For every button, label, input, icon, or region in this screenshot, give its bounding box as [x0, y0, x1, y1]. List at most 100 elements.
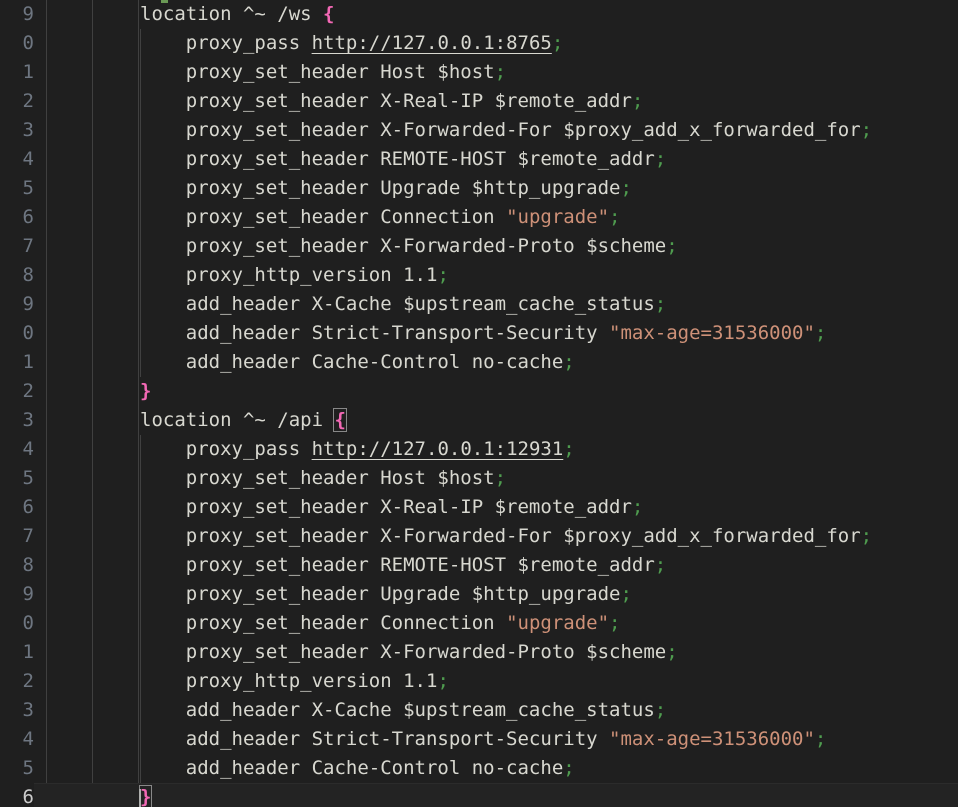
- code-token-semi: ;: [609, 206, 621, 228]
- line-number[interactable]: 6: [0, 493, 34, 522]
- line-number[interactable]: 5: [0, 754, 34, 783]
- line-number[interactable]: 2: [0, 87, 34, 116]
- line-number[interactable]: 9: [0, 580, 34, 609]
- code-token-semi: ;: [494, 467, 507, 489]
- code-token-plain: proxy_set_header REMOTE-HOST $remote_add…: [185, 148, 655, 170]
- line-number[interactable]: 3: [0, 116, 34, 145]
- code-token-plain: add_header Strict-Transport-Security: [185, 322, 610, 344]
- code-line-current[interactable]: }: [0, 783, 958, 807]
- code-line[interactable]: proxy_pass http://127.0.0.1:8765;: [0, 29, 958, 58]
- line-number[interactable]: 3: [0, 406, 34, 435]
- code-line[interactable]: proxy_set_header X-Forwarded-Proto $sche…: [0, 638, 958, 667]
- code-line[interactable]: proxy_set_header X-Forwarded-For $proxy_…: [0, 522, 958, 551]
- line-number[interactable]: 5: [0, 464, 34, 493]
- code-token-plain: proxy_http_version 1.1: [185, 264, 438, 286]
- code-token-string: "max-age=31536000": [609, 728, 815, 750]
- code-content[interactable]: location ^~ /ws { proxy_pass http://127.…: [0, 0, 958, 807]
- line-number[interactable]: 1: [0, 638, 34, 667]
- code-line[interactable]: proxy_set_header Upgrade $http_upgrade;: [0, 580, 958, 609]
- line-number[interactable]: 4: [0, 435, 34, 464]
- line-number[interactable]: 9: [0, 290, 34, 319]
- line-number[interactable]: 7: [0, 522, 34, 551]
- code-token-plain: proxy_set_header X-Forwarded-Proto $sche…: [185, 641, 667, 663]
- code-line[interactable]: add_header X-Cache $upstream_cache_statu…: [0, 696, 958, 725]
- line-number[interactable]: 2: [0, 667, 34, 696]
- line-number[interactable]: 4: [0, 725, 34, 754]
- line-number[interactable]: 6: [0, 203, 34, 232]
- code-editor[interactable]: location ^~ /ws { proxy_pass http://127.…: [0, 0, 958, 807]
- clipped-line-fragment: [161, 0, 168, 3]
- code-line[interactable]: proxy_set_header X-Forwarded-Proto $sche…: [0, 232, 958, 261]
- code-token-semi: ;: [437, 670, 449, 692]
- code-token-plain: proxy_set_header Upgrade $http_upgrade: [185, 583, 621, 605]
- code-line[interactable]: proxy_http_version 1.1;: [0, 261, 958, 290]
- code-line[interactable]: add_header Strict-Transport-Security "ma…: [0, 319, 958, 348]
- code-token-plain: proxy_http_version 1.1: [185, 670, 438, 692]
- code-token-semi: ;: [814, 728, 827, 750]
- code-token-semi: ;: [563, 757, 575, 779]
- code-line[interactable]: proxy_set_header REMOTE-HOST $remote_add…: [0, 551, 958, 580]
- code-token-semi: ;: [494, 61, 507, 83]
- code-token-brace: }: [138, 785, 153, 807]
- code-token-plain: proxy_set_header Connection: [185, 612, 507, 634]
- code-line[interactable]: add_header X-Cache $upstream_cache_statu…: [0, 290, 958, 319]
- line-number[interactable]: 2: [0, 377, 34, 406]
- code-line[interactable]: proxy_set_header X-Forwarded-For $proxy_…: [0, 116, 958, 145]
- line-number[interactable]: 7: [0, 232, 34, 261]
- code-line[interactable]: add_header Strict-Transport-Security "ma…: [0, 725, 958, 754]
- line-number[interactable]: 0: [0, 609, 34, 638]
- code-line[interactable]: proxy_set_header Host $host;: [0, 58, 958, 87]
- code-line[interactable]: proxy_set_header Connection "upgrade";: [0, 203, 958, 232]
- line-number[interactable]: 3: [0, 696, 34, 725]
- code-token-semi: ;: [631, 90, 644, 112]
- line-number[interactable]: 6: [0, 783, 34, 807]
- line-number[interactable]: 8: [0, 551, 34, 580]
- line-number[interactable]: 1: [0, 348, 34, 377]
- line-number[interactable]: 4: [0, 145, 34, 174]
- code-line[interactable]: proxy_set_header Host $host;: [0, 464, 958, 493]
- code-line[interactable]: proxy_set_header Connection "upgrade";: [0, 609, 958, 638]
- code-line[interactable]: proxy_set_header Upgrade $http_upgrade;: [0, 174, 958, 203]
- code-token-semi: ;: [620, 177, 632, 199]
- code-line[interactable]: proxy_set_header X-Real-IP $remote_addr;: [0, 493, 958, 522]
- line-number[interactable]: 1: [0, 58, 34, 87]
- code-line[interactable]: add_header Cache-Control no-cache;: [0, 754, 958, 783]
- line-number[interactable]: 5: [0, 174, 34, 203]
- code-token-plain: proxy_set_header X-Forwarded-Proto $sche…: [185, 235, 667, 257]
- code-token-plain: proxy_set_header Connection: [185, 206, 507, 228]
- line-number[interactable]: 0: [0, 29, 34, 58]
- line-number[interactable]: 0: [0, 319, 34, 348]
- code-token-semi: ;: [609, 612, 621, 634]
- line-number-gutter[interactable]: 9012345678901234567890123456: [0, 0, 34, 807]
- code-token-semi: ;: [631, 496, 644, 518]
- text-caret: [139, 789, 141, 807]
- code-line[interactable]: proxy_set_header X-Real-IP $remote_addr;: [0, 87, 958, 116]
- code-line[interactable]: proxy_pass http://127.0.0.1:12931;: [0, 435, 958, 464]
- code-token-semi: ;: [666, 235, 678, 257]
- code-token-semi: ;: [860, 119, 873, 141]
- code-line[interactable]: proxy_http_version 1.1;: [0, 667, 958, 696]
- code-token-semi: ;: [437, 264, 449, 286]
- line-number[interactable]: 9: [0, 0, 34, 29]
- code-token-plain: proxy_set_header Host $host: [185, 467, 495, 489]
- code-line[interactable]: location ^~ /ws {: [0, 0, 958, 29]
- code-line[interactable]: proxy_set_header REMOTE-HOST $remote_add…: [0, 145, 958, 174]
- code-line[interactable]: add_header Cache-Control no-cache;: [0, 348, 958, 377]
- line-number[interactable]: 8: [0, 261, 34, 290]
- code-line[interactable]: location ^~ /api {: [0, 406, 958, 435]
- code-token-semi: ;: [814, 322, 827, 344]
- code-token-string: "max-age=31536000": [609, 322, 815, 344]
- code-token-plain: add_header Cache-Control no-cache: [185, 351, 564, 373]
- code-line[interactable]: }: [0, 377, 958, 406]
- code-token-plain: proxy_set_header Host $host: [185, 61, 495, 83]
